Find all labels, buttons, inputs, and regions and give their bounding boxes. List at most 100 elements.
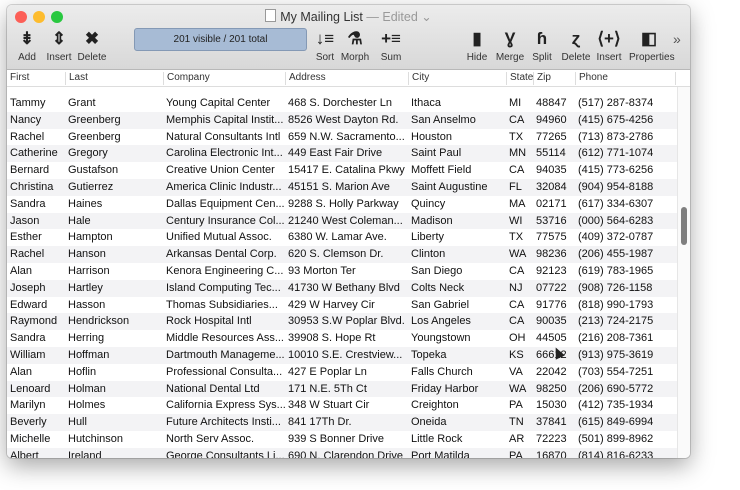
table-row[interactable]: William Hoffman Dartmouth Manageme... 10010…: [7, 346, 678, 364]
cell-zip[interactable]: 55114: [536, 145, 566, 162]
toolbar-sum-button[interactable]: +≡ Sum: [371, 29, 411, 63]
table-row[interactable]: Rachel Hanson Arkansas Dental Corp. 620 S. …: [7, 246, 678, 263]
cell-city[interactable]: Madison: [411, 213, 453, 230]
table-row[interactable]: Alan Hoflin Professional Consulta... 427 E …: [7, 363, 678, 381]
cell-last[interactable]: Holman: [68, 381, 106, 398]
cell-city[interactable]: Ithaca: [411, 95, 441, 112]
column-header-city[interactable]: City: [408, 72, 429, 85]
cell-first[interactable]: Christina: [10, 179, 53, 196]
cell-city[interactable]: Creighton: [411, 397, 459, 414]
cell-company[interactable]: North Serv Assoc.: [166, 431, 254, 448]
cell-first[interactable]: Albert: [10, 448, 39, 458]
table-row[interactable]: Christina Gutierrez America Clinic Industr…: [7, 178, 678, 196]
table-row[interactable]: Albert Ireland George Consultants Li... 690…: [7, 447, 678, 458]
cell-phone[interactable]: (206) 455-1987: [578, 246, 653, 263]
cell-company[interactable]: California Express Sys...: [166, 397, 286, 414]
cell-address[interactable]: 6380 W. Lamar Ave.: [288, 229, 387, 246]
cell-last[interactable]: Hendrickson: [68, 313, 129, 330]
cell-last[interactable]: Ireland: [68, 448, 102, 458]
cell-last[interactable]: Hartley: [68, 280, 103, 297]
cell-first[interactable]: Lenoard: [10, 381, 50, 398]
cell-zip[interactable]: 94035: [536, 162, 567, 179]
cell-state[interactable]: NJ: [509, 280, 522, 297]
cell-city[interactable]: Colts Neck: [411, 280, 464, 297]
cell-last[interactable]: Hasson: [68, 297, 105, 314]
cell-last[interactable]: Harrison: [68, 263, 110, 280]
cell-city[interactable]: San Gabriel: [411, 297, 469, 314]
cell-last[interactable]: Holmes: [68, 397, 105, 414]
cell-zip[interactable]: 02171: [536, 196, 567, 213]
table-row[interactable]: Lenoard Holman National Dental Ltd 171 N.E.…: [7, 380, 678, 398]
table-row[interactable]: Raymond Hendrickson Rock Hospital Intl 3095…: [7, 313, 678, 331]
column-header-state[interactable]: State: [506, 72, 533, 85]
cell-zip[interactable]: 90035: [536, 313, 567, 330]
cell-state[interactable]: OH: [509, 330, 526, 347]
cell-company[interactable]: Island Computing Tec...: [166, 280, 281, 297]
cell-first[interactable]: Sandra: [10, 196, 45, 213]
cell-address[interactable]: 690 N. Clarendon Drive: [288, 448, 403, 458]
table-row[interactable]: Edward Hasson Thomas Subsidiaries... 429 W …: [7, 296, 678, 314]
cell-state[interactable]: PA: [509, 448, 523, 458]
cell-first[interactable]: Tammy: [10, 95, 45, 112]
cell-address[interactable]: 171 N.E. 5Th Ct: [288, 381, 367, 398]
cell-zip[interactable]: 44505: [536, 330, 567, 347]
table-row[interactable]: Sandra Herring Middle Resources Ass... 3990…: [7, 330, 678, 347]
cell-address[interactable]: 39908 S. Hope Rt: [288, 330, 375, 347]
cell-phone[interactable]: (501) 899-8962: [578, 431, 653, 448]
cell-phone[interactable]: (409) 372-0787: [578, 229, 653, 246]
cell-address[interactable]: 939 S Bonner Drive: [288, 431, 384, 448]
table-row[interactable]: Tammy Grant Young Capital Center 468 S. Dor…: [7, 95, 678, 112]
table-row[interactable]: Bernard Gustafson Creative Union Center 154…: [7, 162, 678, 179]
cell-phone[interactable]: (908) 726-1158: [578, 280, 652, 297]
cell-phone[interactable]: (206) 690-5772: [578, 381, 653, 398]
cell-zip[interactable]: 91776: [536, 297, 567, 314]
cell-state[interactable]: AR: [509, 431, 524, 448]
cell-company[interactable]: Dartmouth Manageme...: [166, 347, 285, 364]
table-row[interactable]: Beverly Hull Future Architects Insti... 841…: [7, 414, 678, 431]
cell-state[interactable]: CA: [509, 162, 524, 179]
cell-last[interactable]: Gregory: [68, 145, 108, 162]
cell-phone[interactable]: (818) 990-1793: [578, 297, 653, 314]
cell-state[interactable]: CA: [509, 297, 524, 314]
cell-address[interactable]: 468 S. Dorchester Ln: [288, 95, 392, 112]
cell-company[interactable]: Professional Consulta...: [166, 364, 282, 381]
edited-status[interactable]: — Edited ⌄: [366, 10, 431, 24]
cell-address[interactable]: 449 East Fair Drive: [288, 145, 382, 162]
table-row[interactable]: Sandra Haines Dallas Equipment Cen... 9288 …: [7, 195, 678, 213]
cell-phone[interactable]: (000) 564-6283: [578, 213, 653, 230]
column-header-last[interactable]: Last: [65, 72, 88, 85]
cell-company[interactable]: Kenora Engineering C...: [166, 263, 283, 280]
column-header-address[interactable]: Address: [285, 72, 326, 85]
cell-last[interactable]: Hoffman: [68, 347, 109, 364]
toolbar-morph-button[interactable]: ⚗ Morph: [335, 29, 375, 63]
cell-company[interactable]: America Clinic Industr...: [166, 179, 282, 196]
cell-zip[interactable]: 37841: [536, 414, 567, 431]
cell-first[interactable]: Sandra: [10, 330, 45, 347]
cell-first[interactable]: Beverly: [10, 414, 47, 431]
cell-zip[interactable]: 77575: [536, 229, 567, 246]
cell-city[interactable]: Port Matilda: [411, 448, 470, 458]
cell-first[interactable]: Nancy: [10, 112, 41, 129]
cell-company[interactable]: Dallas Equipment Cen...: [166, 196, 285, 213]
cell-city[interactable]: San Anselmo: [411, 112, 476, 129]
cell-address[interactable]: 15417 E. Catalina Pkwy: [288, 162, 405, 179]
cell-last[interactable]: Grant: [68, 95, 96, 112]
table-row[interactable]: Rachel Greenberg Natural Consultants Intl 6…: [7, 128, 678, 146]
cell-phone[interactable]: (612) 771-1074: [578, 145, 653, 162]
cell-state[interactable]: TN: [509, 414, 524, 431]
cell-zip[interactable]: 94960: [536, 112, 567, 129]
cell-first[interactable]: Rachel: [10, 129, 44, 146]
cell-state[interactable]: CA: [509, 263, 524, 280]
cell-zip[interactable]: 07722: [536, 280, 567, 297]
cell-company[interactable]: Natural Consultants Intl: [166, 129, 280, 146]
cell-first[interactable]: Raymond: [10, 313, 57, 330]
cell-state[interactable]: CA: [509, 313, 524, 330]
cell-address[interactable]: 10010 S.E. Crestview...: [288, 347, 402, 364]
cell-state[interactable]: VA: [509, 364, 523, 381]
cell-company[interactable]: Creative Union Center: [166, 162, 275, 179]
cell-city[interactable]: Youngstown: [411, 330, 471, 347]
toolbar-insert-button[interactable]: ⟨+⟩ Insert: [589, 29, 629, 63]
cell-city[interactable]: Liberty: [411, 229, 444, 246]
cell-state[interactable]: CA: [509, 112, 524, 129]
cell-first[interactable]: Bernard: [10, 162, 49, 179]
